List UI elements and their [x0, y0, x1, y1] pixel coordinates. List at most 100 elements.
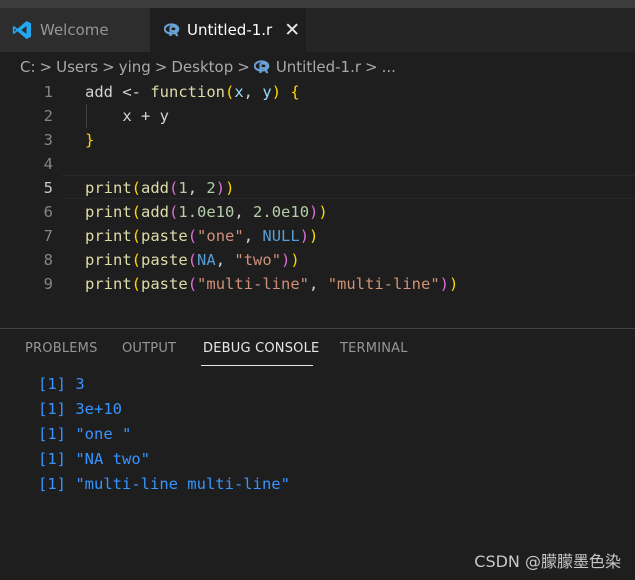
code-token: print	[85, 203, 132, 221]
code-text: print(add(1, 2))	[85, 176, 234, 200]
code-token: x + y	[85, 107, 169, 125]
chevron-right-icon: >	[237, 58, 250, 76]
code-token: add	[141, 203, 170, 221]
code-token: (	[131, 227, 142, 245]
code-line: 6 print(add(1.0e10, 2.0e10))	[0, 200, 635, 224]
tab-untitled-label: Untitled-1.r	[187, 21, 273, 39]
code-token: }	[85, 131, 95, 149]
code-token: )	[215, 179, 226, 197]
console-line: [1] 3e+10	[38, 400, 122, 418]
line-number: 6	[43, 203, 53, 221]
code-token: (	[131, 275, 142, 293]
code-text: print(paste("one", NULL))	[85, 224, 318, 248]
code-token: (	[169, 203, 179, 221]
code-line: 4	[0, 152, 635, 176]
code-line: 2 x + y	[0, 104, 635, 128]
code-token: (	[187, 227, 198, 245]
tab-untitled-r[interactable]: Untitled-1.r ✕	[150, 8, 306, 52]
breadcrumb-file[interactable]: Untitled-1.r	[276, 58, 361, 76]
code-text: print(paste(NA, "two"))	[85, 248, 300, 272]
chevron-right-icon: >	[39, 58, 53, 76]
code-token: paste	[141, 275, 188, 293]
title-bar-strip	[0, 0, 635, 8]
code-token: "two"	[234, 251, 282, 269]
code-token: )	[290, 251, 300, 269]
r-file-icon	[253, 60, 270, 74]
line-number: 7	[43, 227, 53, 245]
close-icon[interactable]: ✕	[284, 20, 300, 40]
code-token: (	[187, 275, 198, 293]
tab-welcome[interactable]: Welcome	[0, 8, 150, 52]
panel-tab-bar: PROBLEMS OUTPUT DEBUG CONSOLE TERMINAL	[0, 329, 635, 369]
code-line: 5 print(add(1, 2))	[0, 176, 635, 200]
line-number: 8	[43, 251, 53, 269]
line-number: 5	[43, 179, 53, 197]
code-line: 9 print(paste("multi-line", "multi-line")…	[0, 272, 635, 296]
tab-debug-console[interactable]: DEBUG CONSOLE	[203, 341, 319, 356]
code-token: )	[225, 179, 235, 197]
breadcrumb-users[interactable]: Users	[56, 58, 98, 76]
code-token: <-	[113, 83, 151, 101]
r-file-icon	[164, 23, 180, 37]
code-token: ,	[243, 83, 263, 101]
code-token: ,	[187, 179, 207, 197]
code-token: (	[224, 83, 235, 101]
code-token: paste	[141, 227, 188, 245]
code-token: NA	[197, 251, 216, 269]
code-token: 1	[178, 179, 188, 197]
editor-tab-bar: Welcome Untitled-1.r ✕	[0, 8, 635, 52]
chevron-right-icon: >	[154, 58, 168, 76]
code-token: (	[131, 251, 142, 269]
code-token: print	[85, 275, 132, 293]
code-token: )	[271, 83, 282, 101]
code-editor[interactable]: 1 add <- function(x, y) {2 x + y 3} 4 5 print…	[0, 80, 635, 312]
code-text: x + y	[85, 104, 169, 128]
code-token: (	[187, 251, 198, 269]
code-token: (	[131, 203, 142, 221]
tab-terminal[interactable]: TERMINAL	[340, 341, 408, 356]
line-number: 4	[43, 155, 53, 173]
code-token: 2.0e10	[253, 203, 310, 221]
breadcrumb-ying[interactable]: ying	[119, 58, 151, 76]
breadcrumb-desktop[interactable]: Desktop	[171, 58, 233, 76]
tab-output[interactable]: OUTPUT	[122, 341, 176, 356]
code-token: )	[309, 227, 319, 245]
code-token: (	[169, 179, 179, 197]
code-token: print	[85, 251, 132, 269]
active-tab-indicator	[201, 365, 313, 366]
chevron-right-icon: >	[102, 58, 115, 76]
code-line: 8 print(paste(NA, "two"))	[0, 248, 635, 272]
line-number: 1	[43, 83, 53, 101]
code-token: ,	[234, 203, 254, 221]
line-number: 9	[43, 275, 53, 293]
code-token: "one"	[197, 227, 244, 245]
code-token: "multi-line"	[327, 275, 440, 293]
breadcrumb: C: > Users > ying > Desktop > Untitled-1…	[20, 52, 396, 82]
code-token: {	[290, 83, 300, 101]
vscode-logo-icon	[12, 20, 32, 40]
tab-problems[interactable]: PROBLEMS	[25, 341, 98, 356]
console-line: [1] 3	[38, 375, 85, 393]
breadcrumb-drive[interactable]: C:	[20, 58, 36, 76]
code-token: y	[262, 83, 272, 101]
code-line: 1 add <- function(x, y) {	[0, 80, 635, 104]
code-text: print(add(1.0e10, 2.0e10))	[85, 200, 328, 224]
code-line: 3}	[0, 128, 635, 152]
code-token: function	[150, 83, 225, 101]
code-token: ,	[243, 227, 263, 245]
code-token: ,	[309, 275, 328, 293]
code-token: "multi-line"	[197, 275, 310, 293]
line-number: 2	[43, 107, 53, 125]
console-line: [1] "multi-line multi-line"	[38, 475, 290, 493]
code-token: paste	[141, 251, 188, 269]
code-token: NULL	[262, 227, 300, 245]
breadcrumb-more[interactable]: ...	[382, 58, 396, 76]
code-token: )	[309, 203, 319, 221]
code-token: )	[299, 227, 310, 245]
code-token: )	[318, 203, 328, 221]
code-token: 2	[206, 179, 216, 197]
debug-console-output[interactable]: [1] 3 [1] 3e+10 [1] "one " [1] "NA two" …	[38, 372, 290, 497]
line-number: 3	[43, 131, 53, 149]
code-text: add <- function(x, y) {	[85, 80, 300, 104]
